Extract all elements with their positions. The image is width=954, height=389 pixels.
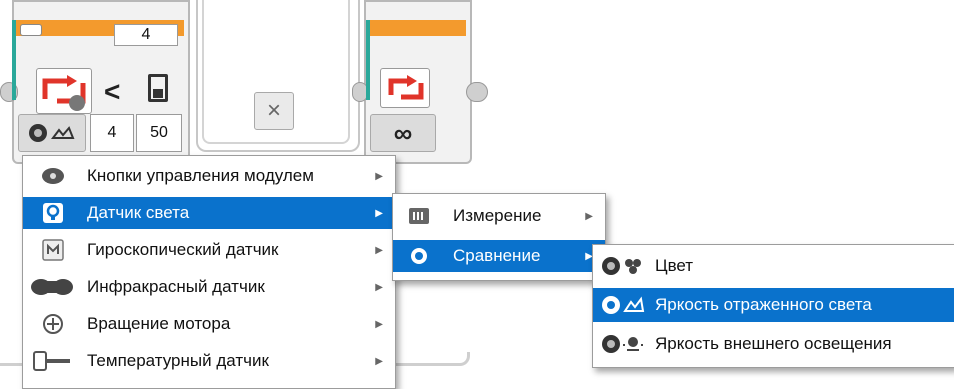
light-sensor-icon (39, 202, 67, 224)
menu-item-label: Датчик света (87, 203, 190, 222)
menu-item-compare[interactable]: Сравнение ▶ (393, 240, 605, 272)
menu-item-measure[interactable]: Измерение ▶ (393, 200, 605, 232)
submenu-arrow-icon: ▶ (375, 318, 383, 330)
loop-teal-wire (366, 20, 370, 100)
submenu-arrow-icon: ▶ (375, 207, 383, 219)
menu-item-label: Цвет (655, 256, 694, 275)
block-port-icon (20, 24, 42, 36)
menu-item-label: Измерение (453, 206, 542, 225)
motor-rotation-icon (39, 313, 67, 335)
compare-icon (405, 245, 433, 267)
menu-item-label: Инфракрасный датчик (87, 277, 265, 296)
color-mode-icon (601, 255, 645, 277)
submenu-arrow-icon: ▶ (585, 210, 593, 222)
compare-mode-submenu: Цвет Яркость отраженного света Яркость в… (592, 244, 954, 368)
menu-item-label: Яркость внешнего освещения (655, 334, 892, 353)
infinity-tile[interactable]: ∞ (370, 114, 436, 152)
infrared-sensor-icon (31, 276, 73, 298)
temperature-sensor-icon (31, 350, 73, 372)
brick-buttons-icon (39, 165, 67, 187)
param-a-field[interactable]: 4 (90, 114, 134, 152)
menu-item-infrared-sensor[interactable]: Инфракрасный датчик ▶ (23, 271, 395, 303)
wait-block[interactable]: 4 < 4 50 (12, 0, 190, 164)
operator-symbol[interactable]: < (104, 76, 120, 108)
sensor-mode-tile[interactable] (18, 114, 86, 152)
light-sensor-submenu: Измерение ▶ Сравнение ▶ (392, 193, 606, 281)
battery-icon (148, 74, 168, 102)
submenu-arrow-icon: ▶ (375, 281, 383, 293)
menu-item-motor-rotation[interactable]: Вращение мотора ▶ (23, 308, 395, 340)
submenu-arrow-icon: ▶ (375, 355, 383, 367)
loop-block[interactable]: ∞ (364, 0, 472, 164)
menu-item-temperature-sensor[interactable]: Температурный датчик ▶ (23, 345, 395, 377)
close-button[interactable]: × (254, 92, 294, 130)
menu-item-label: Яркость отраженного света (655, 295, 872, 314)
menu-item-label: Температурный датчик (87, 351, 269, 370)
measure-icon (405, 205, 433, 227)
submenu-arrow-icon: ▶ (375, 244, 383, 256)
menu-item-label: Кнопки управления модулем (87, 166, 314, 185)
menu-item-light-sensor[interactable]: Датчик света ▶ (23, 197, 395, 229)
loop-icon (380, 68, 430, 108)
menu-item-label: Сравнение (453, 246, 541, 265)
wait-compare-icon[interactable] (36, 68, 92, 114)
loop-connector-right[interactable] (466, 82, 488, 102)
submenu-arrow-icon: ▶ (375, 170, 383, 182)
param-b-field[interactable]: 50 (136, 114, 182, 152)
menu-item-label: Вращение мотора (87, 314, 231, 333)
menu-item-gyro-sensor[interactable]: Гироскопический датчик ▶ (23, 234, 395, 266)
reflected-light-icon (601, 294, 645, 316)
loop-header-bar (366, 20, 466, 36)
menu-item-label: Гироскопический датчик (87, 240, 279, 259)
menu-item-reflected-light[interactable]: Яркость отраженного света (593, 288, 954, 322)
block-value-field[interactable]: 4 (114, 24, 178, 46)
sensor-menu: Кнопки управления модулем ▶ Датчик света… (22, 155, 396, 389)
menu-item-brick-buttons[interactable]: Кнопки управления модулем ▶ (23, 160, 395, 192)
teal-wire (12, 20, 16, 100)
gyro-sensor-icon (39, 239, 67, 261)
menu-item-color[interactable]: Цвет (593, 249, 954, 283)
ambient-light-icon (601, 333, 645, 355)
menu-item-ambient-light[interactable]: Яркость внешнего освещения (593, 327, 954, 361)
